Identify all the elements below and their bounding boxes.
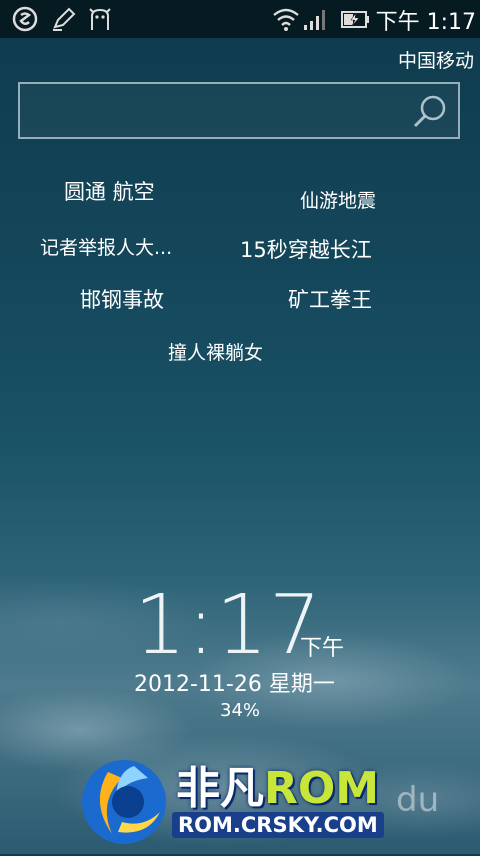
watermark-url: ROM.CRSKY.COM [172, 812, 384, 838]
hot-word[interactable]: 仙游地震 [300, 186, 376, 213]
hot-word[interactable]: 矿工拳王 [288, 284, 372, 314]
wifi-icon [272, 6, 300, 36]
clock-time[interactable]: 1:17 [134, 578, 322, 673]
search-input[interactable] [26, 90, 410, 132]
watermark: 非凡ROM du ROM.CRSKY.COM [78, 752, 478, 852]
status-bar[interactable]: 下午 1:17 [0, 0, 480, 38]
hot-word[interactable]: 15秒穿越长江 [240, 234, 372, 264]
clock-date: 2012-11-26 星期一 [134, 672, 335, 697]
hot-word[interactable]: 撞人裸躺女 [168, 338, 263, 365]
hot-word[interactable]: 记者举报人大... [40, 233, 172, 260]
watermark-logo-icon [82, 760, 166, 844]
clock-ampm: 下午 [300, 636, 345, 661]
carrier-label: 中国移动 [397, 50, 474, 72]
status-clock: 下午 1:17 [375, 10, 476, 35]
battery-percentage: 34% [220, 700, 261, 721]
hot-word[interactable]: 圆通 航空 [64, 176, 155, 206]
battery-charging-icon [340, 6, 372, 36]
usb-debug-icon [86, 6, 114, 36]
hot-word[interactable]: 邯钢事故 [80, 284, 164, 314]
shield-icon [12, 6, 40, 36]
edit-icon [50, 6, 78, 36]
search-icon[interactable] [412, 92, 450, 134]
watermark-brand: 非凡ROM [176, 763, 380, 814]
signal-icon [302, 6, 326, 36]
watermark-overlay-text: du [396, 780, 440, 820]
search-box[interactable] [18, 82, 460, 139]
